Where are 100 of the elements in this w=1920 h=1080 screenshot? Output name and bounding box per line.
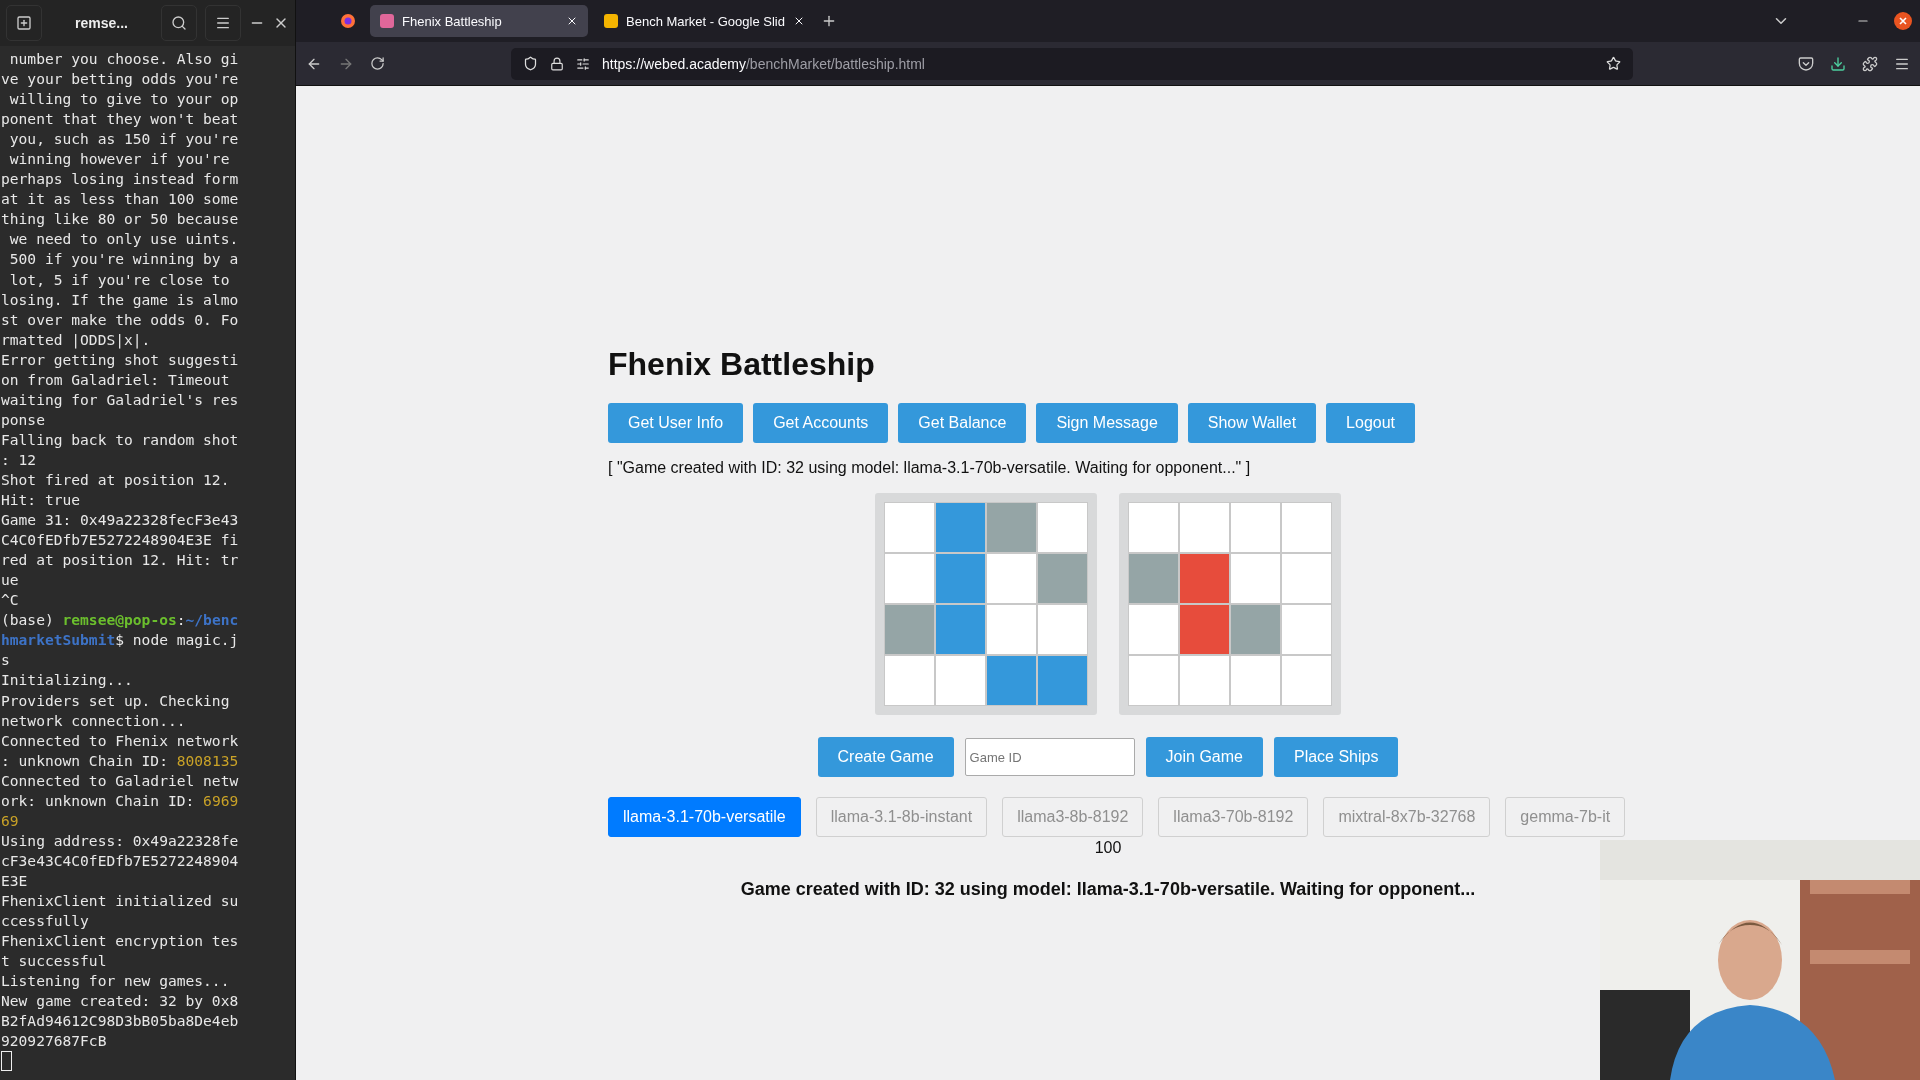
board-cell[interactable]	[935, 604, 986, 655]
board-cell[interactable]	[884, 502, 935, 553]
favicon-icon	[380, 14, 394, 28]
model-button[interactable]: gemma-7b-it	[1505, 797, 1626, 837]
terminal-line: C4C0fEDfb7E5272248904E3E fi	[1, 530, 240, 551]
terminal-line: 69	[1, 810, 20, 831]
terminal-line: New game created: 32 by 0x8	[1, 991, 240, 1012]
terminal-line: s	[1, 650, 11, 671]
terminal-line: ^C	[1, 590, 20, 611]
search-button[interactable]	[161, 5, 197, 41]
terminal-line: : unknown Chain ID: 8008135	[1, 750, 240, 771]
terminal-line: : 12	[1, 449, 38, 470]
board-cell[interactable]	[935, 655, 986, 706]
board-cell[interactable]	[986, 604, 1037, 655]
join-game-button[interactable]: Join Game	[1145, 737, 1263, 777]
reload-icon[interactable]	[370, 56, 385, 71]
terminal-line: ponent that they won't beat	[1, 109, 240, 130]
create-game-button[interactable]: Create Game	[817, 737, 954, 777]
board-cell[interactable]	[935, 553, 986, 604]
model-button[interactable]: llama3-8b-8192	[1002, 797, 1144, 837]
board-cell[interactable]	[1281, 553, 1332, 604]
terminal-line: t successful	[1, 951, 108, 972]
terminal-line: Error getting shot suggesti	[1, 349, 240, 370]
board-cell[interactable]	[884, 553, 935, 604]
board-cell[interactable]	[1179, 502, 1230, 553]
model-button[interactable]: llama-3.1-70b-versatile	[608, 797, 801, 837]
board-cell[interactable]	[1037, 604, 1088, 655]
action-button[interactable]: Logout	[1326, 403, 1416, 443]
board-cell[interactable]	[1128, 502, 1179, 553]
terminal-line: ve your betting odds you're	[1, 69, 240, 90]
board-cell[interactable]	[1230, 604, 1281, 655]
board-cell[interactable]	[986, 502, 1037, 553]
action-button[interactable]: Get User Info	[608, 403, 744, 443]
cursor-icon	[1, 1051, 12, 1072]
board-cell[interactable]	[1128, 604, 1179, 655]
browser-tab[interactable]: Bench Market - Google Slid	[594, 5, 815, 37]
new-tab-button[interactable]	[6, 5, 42, 41]
terminal-line: ponse	[1, 409, 46, 430]
download-icon[interactable]	[1830, 55, 1846, 72]
model-button[interactable]: llama3-70b-8192	[1158, 797, 1309, 837]
board-cell[interactable]	[1179, 655, 1230, 706]
board-cell[interactable]	[884, 655, 935, 706]
board-cell[interactable]	[1230, 553, 1281, 604]
address-bar[interactable]: https://webed.academy/benchMarket/battleship.html	[511, 47, 1633, 80]
page-title: Fhenix Battleship	[608, 346, 876, 383]
terminal-line: Shot fired at position 12.	[1, 470, 231, 490]
terminal-line: at it as less than 100 some	[1, 189, 240, 210]
terminal-line: number you choose. Also gi	[8, 49, 240, 69]
favicon-icon	[604, 14, 618, 28]
terminal-line: we need to only use uints.	[8, 229, 240, 250]
terminal-line: Listening for new games...	[1, 971, 231, 992]
board-cell[interactable]	[1037, 502, 1088, 553]
board-cell[interactable]	[1179, 553, 1230, 604]
terminal-line: rmatted |ODDS|x|.	[1, 329, 152, 350]
menu-icon	[215, 15, 231, 31]
board-cell[interactable]	[935, 502, 986, 553]
action-button[interactable]: Show Wallet	[1187, 403, 1317, 443]
board-cell[interactable]	[986, 655, 1037, 706]
terminal-line: FhenixClient initialized su	[1, 890, 240, 911]
game-id-field[interactable]: Game ID	[964, 738, 1135, 776]
terminal-line: Initializing...	[1, 670, 134, 691]
browser-tab[interactable]: Fhenix Battleship	[370, 5, 588, 37]
board-cell[interactable]	[1037, 655, 1088, 706]
game-message: Game created with ID: 32 using model: llama-3.1-70b-versatile. Waiting for opponent...	[739, 879, 1477, 900]
browser-logo-icon[interactable]	[340, 13, 356, 29]
terminal-line: Game 31: 0x49a22328fecF3e43	[1, 510, 240, 531]
close-icon[interactable]	[1894, 12, 1912, 30]
board-cell[interactable]	[1128, 553, 1179, 604]
board-cell[interactable]	[1281, 604, 1332, 655]
close-icon[interactable]	[566, 15, 578, 27]
menu-button[interactable]	[205, 5, 241, 41]
board-cell[interactable]	[1037, 553, 1088, 604]
terminal-line: willing to give to your op	[8, 89, 240, 110]
extensions-icon[interactable]	[1862, 55, 1878, 72]
terminal-line: st over make the odds 0. Fo	[1, 309, 240, 330]
place-ships-button[interactable]: Place Ships	[1273, 737, 1399, 777]
board-cell[interactable]	[1128, 655, 1179, 706]
plus-icon	[16, 15, 32, 31]
board-cell[interactable]	[1179, 604, 1230, 655]
terminal-line: E3E	[1, 870, 29, 891]
search-icon	[171, 15, 187, 31]
status-text: [ "Game created with ID: 32 using model: llama-3.1-70b-versatile. Waiting for opponent..." ]	[608, 459, 1252, 477]
board-cell[interactable]	[1281, 502, 1332, 553]
board-cell[interactable]	[1281, 655, 1332, 706]
terminal-line: Falling back to random shot	[1, 429, 240, 450]
terminal-line: Using address: 0x49a22328fe	[1, 830, 240, 851]
terminal-line: (base) remsee@pop-os:~/benc	[1, 610, 240, 631]
model-button[interactable]: llama-3.1-8b-instant	[815, 797, 988, 837]
board-cell[interactable]	[1230, 502, 1281, 553]
board-cell[interactable]	[1230, 655, 1281, 706]
terminal-line: on from Galadriel: Timeout	[1, 369, 231, 390]
action-button[interactable]: Get Accounts	[753, 403, 889, 443]
terminal-title: remse...	[74, 15, 129, 31]
board-cell[interactable]	[884, 604, 935, 655]
terminal-line: losing. If the game is almo	[1, 289, 240, 310]
action-button[interactable]: Sign Message	[1036, 403, 1178, 443]
pocket-icon[interactable]	[1798, 55, 1814, 72]
model-button[interactable]: mixtral-8x7b-32768	[1323, 797, 1491, 837]
action-button[interactable]: Get Balance	[898, 403, 1027, 443]
board-cell[interactable]	[986, 553, 1037, 604]
